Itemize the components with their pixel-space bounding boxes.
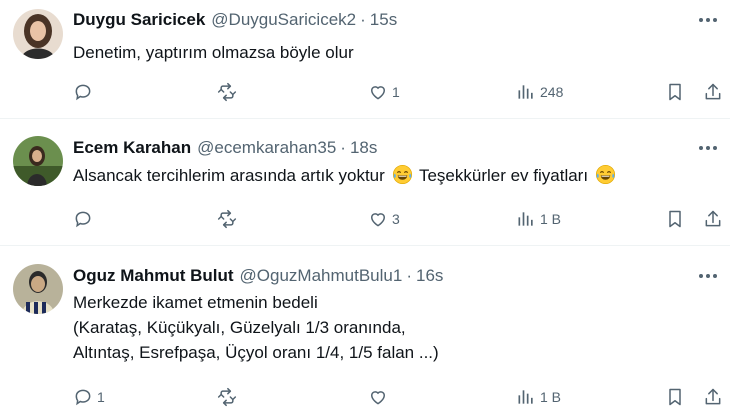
tweet[interactable]: Ecem Karahan @ecemkarahan35 · 18s Alsanc… <box>0 119 730 246</box>
tweet-text-part: Teşekkürler ev fiyatları <box>418 166 589 185</box>
reply-icon <box>73 82 93 102</box>
reply-icon <box>73 209 93 229</box>
more-icon[interactable] <box>696 266 720 286</box>
retweet-button[interactable] <box>217 385 241 409</box>
views-icon <box>516 82 536 102</box>
action-bar: 1 1 B <box>73 385 724 409</box>
author-handle[interactable]: @OguzMahmutBulu1 <box>240 266 403 286</box>
action-bar: 1 248 <box>73 80 724 104</box>
author-handle[interactable]: @DuyguSaricicek2 <box>211 10 356 30</box>
face-with-tears-of-joy-icon <box>595 164 616 185</box>
bookmark-icon <box>665 387 685 407</box>
timestamp[interactable]: 16s <box>416 266 443 286</box>
separator-dot: · <box>406 266 412 285</box>
bookmark-icon <box>665 209 685 229</box>
like-icon <box>368 209 388 229</box>
more-icon[interactable] <box>696 10 720 30</box>
face-with-tears-of-joy-icon <box>392 164 413 185</box>
bookmark-icon <box>665 82 685 102</box>
like-button[interactable] <box>368 385 392 409</box>
like-button[interactable]: 3 <box>368 207 400 231</box>
avatar[interactable] <box>13 264 63 314</box>
author-name[interactable]: Ecem Karahan <box>73 138 191 158</box>
like-icon <box>368 82 388 102</box>
separator-dot: · <box>340 138 346 157</box>
retweet-icon <box>217 209 237 229</box>
reply-button[interactable]: 1 <box>73 385 105 409</box>
author-name[interactable]: Duygu Saricicek <box>73 10 205 30</box>
avatar[interactable] <box>13 9 63 59</box>
tweet-text-line: Denetim, yaptırım olmazsa böyle olur <box>73 43 354 62</box>
timestamp[interactable]: 15s <box>370 10 397 30</box>
views-icon <box>516 209 536 229</box>
views-button[interactable]: 1 B <box>516 385 561 409</box>
bookmark-button[interactable] <box>665 385 685 409</box>
bookmark-button[interactable] <box>665 207 685 231</box>
tweet[interactable]: Duygu Saricicek @DuyguSaricicek2 · 15s D… <box>0 0 730 119</box>
share-icon <box>703 387 723 407</box>
author-handle[interactable]: @ecemkarahan35 <box>197 138 336 158</box>
tweet-text: Alsancak tercihlerim arasında artık yokt… <box>73 163 710 188</box>
tweet-text-part: Alsancak tercihlerim arasında artık yokt… <box>73 166 385 185</box>
author-name[interactable]: Oguz Mahmut Bulut <box>73 266 234 286</box>
retweet-icon <box>217 82 237 102</box>
tweet[interactable]: Oguz Mahmut Bulut @OguzMahmutBulu1 · 16s… <box>0 246 730 420</box>
tweet-header: Duygu Saricicek @DuyguSaricicek2 · 15s <box>73 8 397 32</box>
share-button[interactable] <box>703 207 723 231</box>
tweet-header: Oguz Mahmut Bulut @OguzMahmutBulu1 · 16s <box>73 264 443 288</box>
tweet-header: Ecem Karahan @ecemkarahan35 · 18s <box>73 136 377 160</box>
share-button[interactable] <box>703 385 723 409</box>
views-icon <box>516 387 536 407</box>
reply-count: 1 <box>97 389 105 405</box>
like-count: 3 <box>392 211 400 227</box>
share-icon <box>703 82 723 102</box>
separator-dot: · <box>360 10 366 29</box>
tweet-text: Denetim, yaptırım olmazsa böyle olur <box>73 40 710 65</box>
tweet-text-line: (Karataş, Küçükyalı, Güzelyalı 1/3 oranı… <box>73 318 406 337</box>
share-button[interactable] <box>703 80 723 104</box>
like-button[interactable]: 1 <box>368 80 400 104</box>
views-count: 1 B <box>540 211 562 227</box>
retweet-icon <box>217 387 237 407</box>
timestamp[interactable]: 18s <box>350 138 377 158</box>
like-count: 1 <box>392 84 400 100</box>
tweet-text-line: Alsancak tercihlerim arasında artık yokt… <box>73 163 710 188</box>
tweet-text-line: Altıntaş, Esrefpaşa, Üçyol oranı 1/4, 1/… <box>73 343 439 362</box>
share-icon <box>703 209 723 229</box>
views-button[interactable]: 1 B <box>516 207 561 231</box>
tweet-text-line: Merkezde ikamet etmenin bedeli <box>73 293 318 312</box>
retweet-button[interactable] <box>217 207 241 231</box>
views-button[interactable]: 248 <box>516 80 563 104</box>
tweet-text: Merkezde ikamet etmenin bedeli (Karataş,… <box>73 290 710 365</box>
bookmark-button[interactable] <box>665 80 685 104</box>
reply-icon <box>73 387 93 407</box>
like-icon <box>368 387 388 407</box>
more-icon[interactable] <box>696 138 720 158</box>
views-count: 1 B <box>540 389 562 405</box>
reply-button[interactable] <box>73 207 97 231</box>
action-bar: 3 1 B <box>73 207 724 231</box>
retweet-button[interactable] <box>217 80 241 104</box>
avatar[interactable] <box>13 136 63 186</box>
reply-button[interactable] <box>73 80 97 104</box>
views-count: 248 <box>540 84 564 100</box>
